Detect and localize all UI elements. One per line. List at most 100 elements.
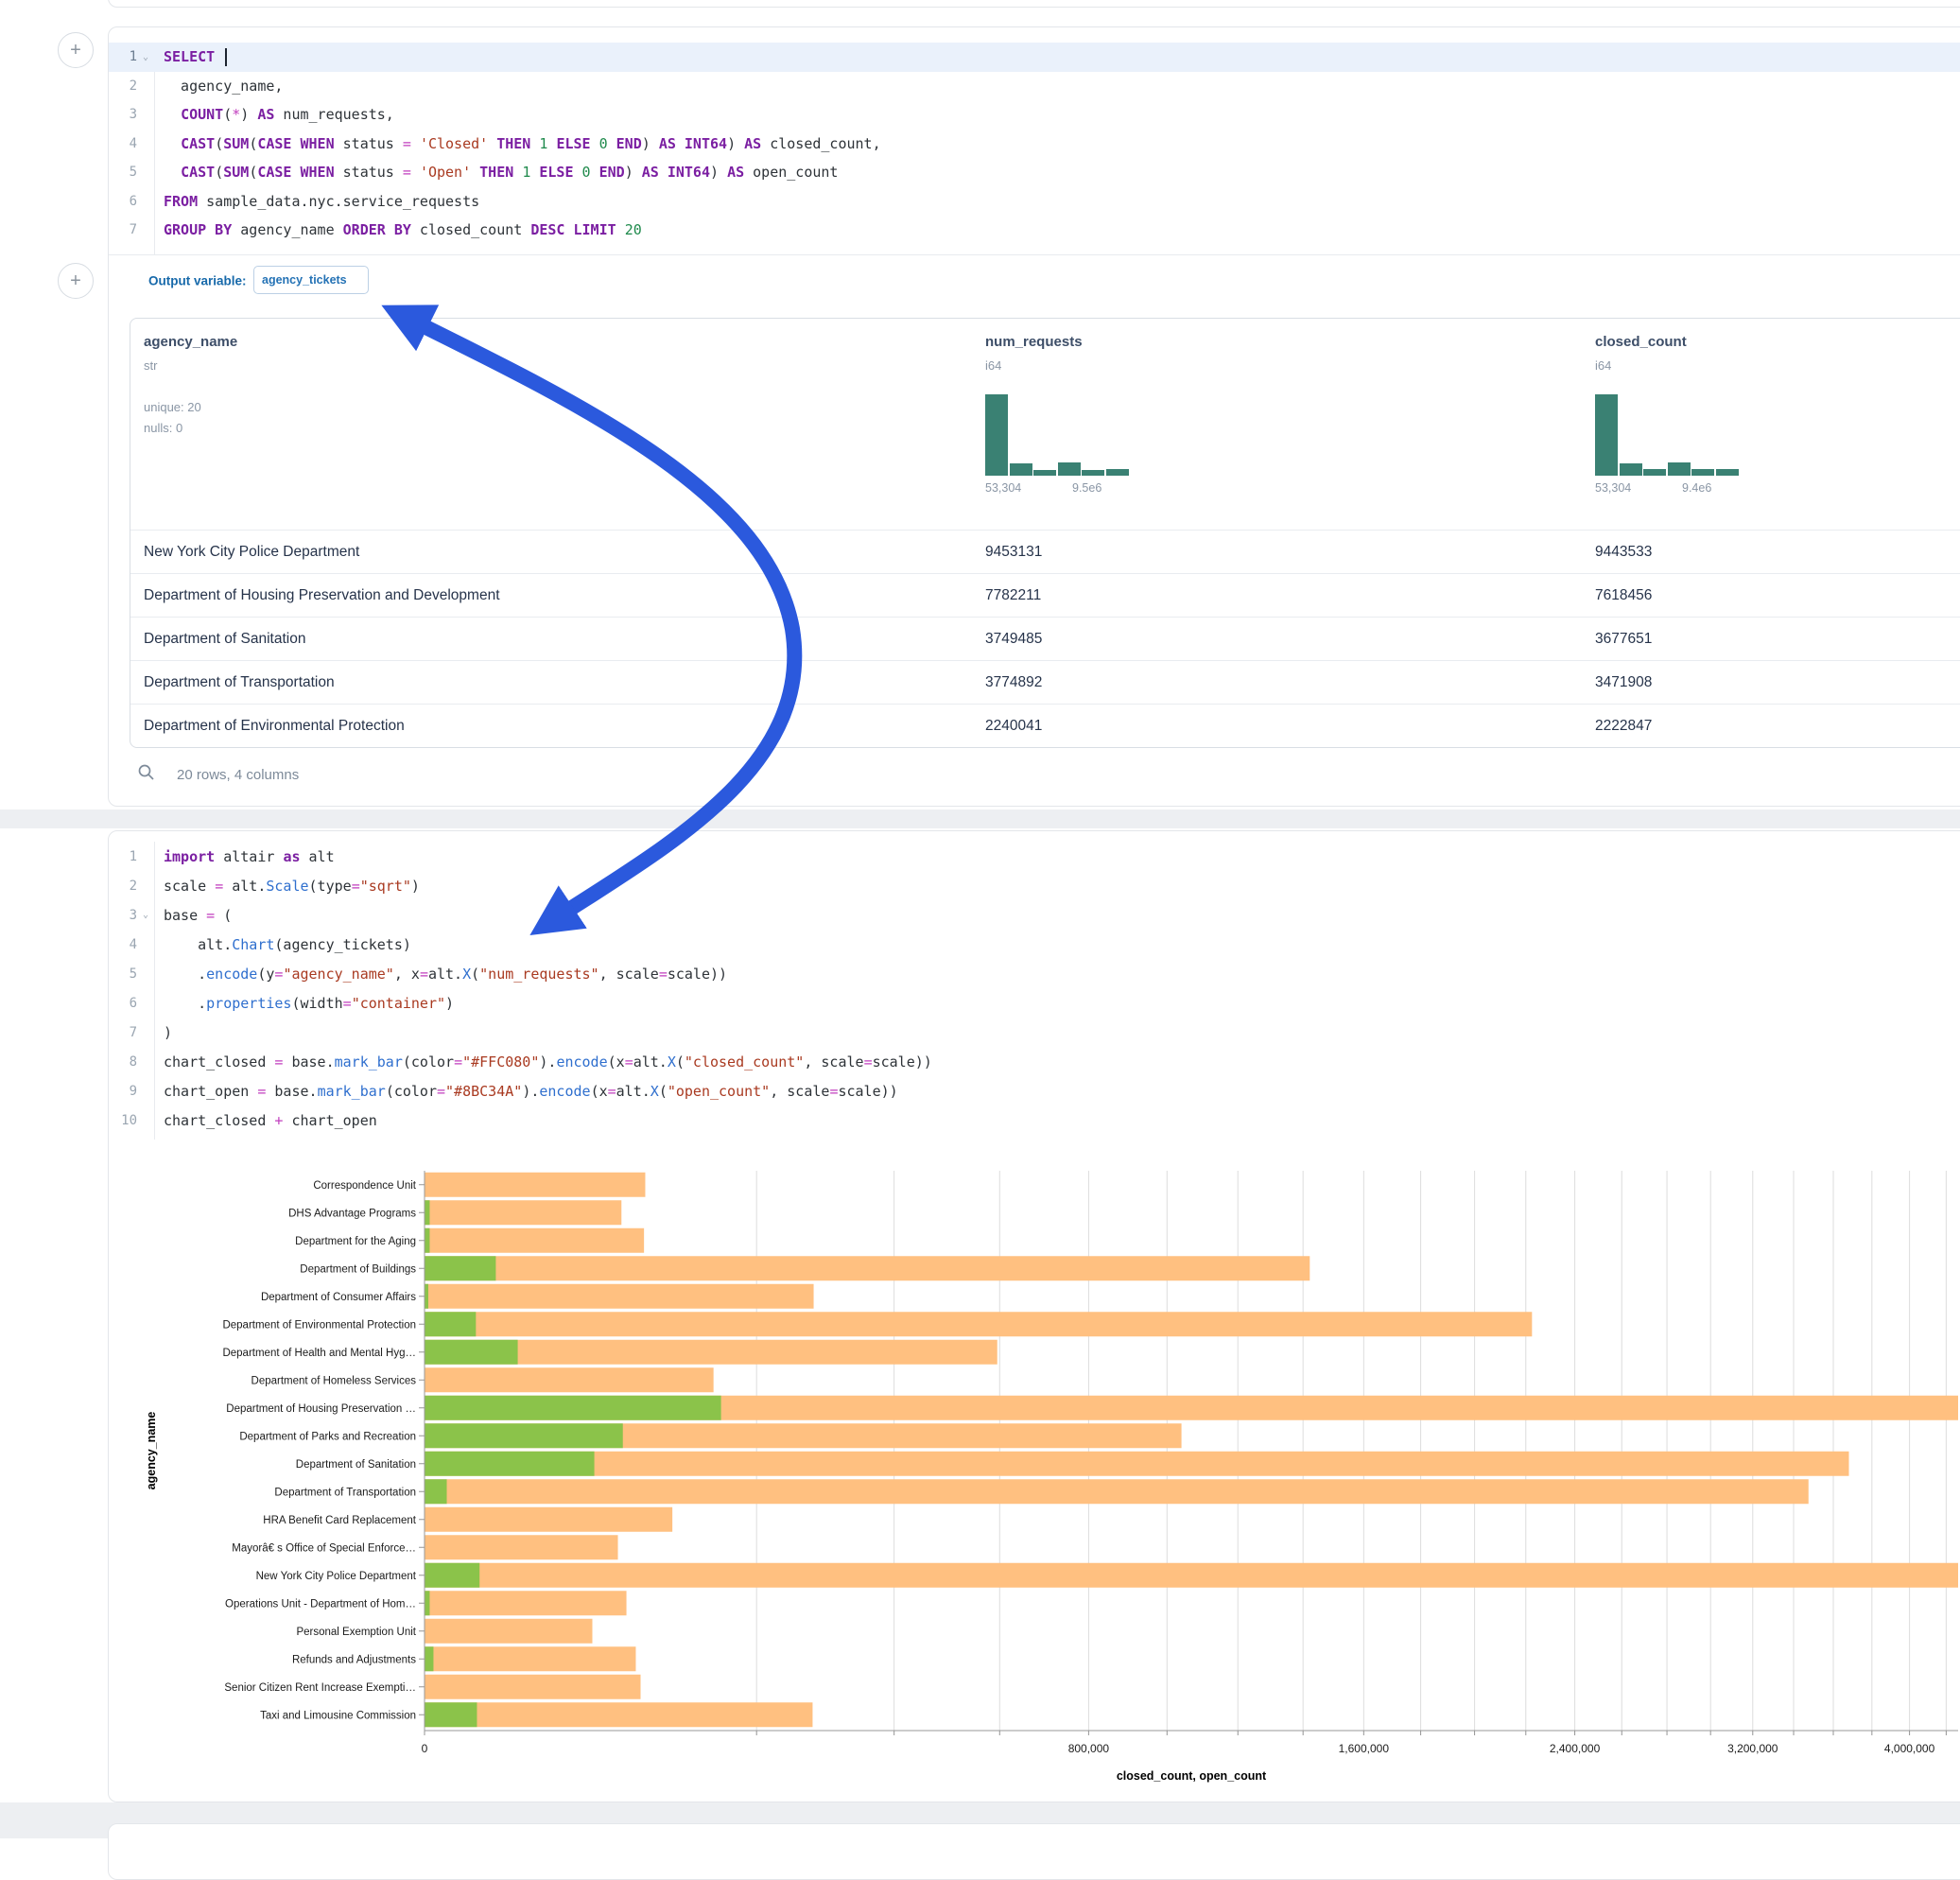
histogram-min-label: 53,304 (1595, 481, 1631, 495)
column-name: num_requests (985, 334, 1083, 350)
line-number: 1 (109, 849, 137, 864)
histogram-bar (1010, 463, 1032, 476)
code-line[interactable]: 5 CAST(SUM(CASE WHEN status = 'Open' THE… (109, 158, 1960, 187)
bar-closed-count (425, 1563, 1959, 1588)
line-number: 7 (109, 1025, 137, 1040)
bar-closed-count (425, 1535, 618, 1559)
line-number: 10 (109, 1113, 137, 1128)
cell-num_requests: 3774892 (985, 674, 1042, 691)
y-axis-label: Correspondence Unit (313, 1180, 416, 1192)
line-number: 8 (109, 1054, 137, 1070)
bar-closed-count (425, 1619, 593, 1644)
code-line[interactable]: 1import altair as alt (109, 842, 1960, 871)
bar-closed-count (425, 1200, 622, 1225)
bar-closed-count (425, 1479, 1809, 1504)
bar-closed-count (425, 1646, 636, 1671)
code-text: ) (154, 1024, 172, 1041)
column-header-closed_count[interactable]: closed_counti6453,3049.4e6 (1595, 319, 1960, 530)
code-text: .encode(y="agency_name", x=alt.X("num_re… (154, 966, 727, 983)
table-row: New York City Police Department945313194… (130, 530, 1960, 574)
table-row: Department of Environmental Protection22… (130, 704, 1960, 748)
y-axis-label: Department of Homeless Services (252, 1375, 417, 1386)
y-axis-label: Department of Buildings (300, 1263, 416, 1275)
bar-open-count (425, 1591, 430, 1615)
bar-closed-count (425, 1591, 627, 1615)
code-line[interactable]: 8chart_closed = base.mark_bar(color="#FF… (109, 1047, 1960, 1076)
code-line[interactable]: 2 agency_name, (109, 72, 1960, 101)
code-text: GROUP BY agency_name ORDER BY closed_cou… (154, 221, 642, 238)
code-line[interactable]: 1⌄SELECT (109, 43, 1960, 72)
column-histogram (1595, 394, 1746, 476)
code-text: scale = alt.Scale(type="sqrt") (154, 878, 420, 895)
code-line[interactable]: 7GROUP BY agency_name ORDER BY closed_co… (109, 216, 1960, 245)
bar-open-count (425, 1563, 480, 1588)
fold-toggle-icon[interactable]: ⌄ (137, 52, 154, 62)
y-axis-label: Department of Transportation (274, 1487, 416, 1498)
histogram-bar (1106, 469, 1129, 476)
bar-open-count (425, 1200, 430, 1225)
y-axis-label: Department of Housing Preservation … (226, 1403, 416, 1415)
bar-open-count (425, 1646, 434, 1671)
cell-num_requests: 9453131 (985, 544, 1042, 561)
bar-closed-count (425, 1675, 641, 1699)
y-axis-label: New York City Police Department (256, 1571, 417, 1582)
altair-bar-chart: Correspondence Unit DHS Advantage Program… (109, 1158, 1958, 1802)
code-line[interactable]: 2scale = alt.Scale(type="sqrt") (109, 871, 1960, 900)
column-stat: unique: 20 (144, 400, 201, 414)
bar-closed-count (425, 1256, 1310, 1280)
column-stat: nulls: 0 (144, 421, 182, 435)
histogram-bar (1595, 394, 1618, 476)
column-header-agency_name[interactable]: agency_namestr unique: 20 nulls: 0 (144, 319, 749, 530)
code-line[interactable]: 5 .encode(y="agency_name", x=alt.X("num_… (109, 959, 1960, 988)
code-line[interactable]: 9chart_open = base.mark_bar(color="#8BC3… (109, 1076, 1960, 1105)
histogram-min-label: 53,304 (985, 481, 1021, 495)
text-cursor (225, 48, 227, 66)
table-row: Department of Sanitation37494853677651 (130, 617, 1960, 661)
column-name: agency_name (144, 334, 237, 350)
bar-closed-count (425, 1507, 673, 1532)
x-axis-title: closed_count, open_count (1117, 1769, 1267, 1783)
line-number: 3 (109, 908, 137, 923)
histogram-max-label: 9.4e6 (1682, 481, 1711, 495)
sql-code-editor[interactable]: 1⌄SELECT 2 agency_name,3 COUNT(*) AS num… (109, 43, 1960, 254)
cell-closed_count: 2222847 (1595, 718, 1652, 735)
y-axis-label: Department of Sanitation (296, 1459, 416, 1471)
bar-open-count (425, 1340, 518, 1365)
x-axis-tick-label: 1,600,000 (1339, 1742, 1390, 1755)
column-header-num_requests[interactable]: num_requestsi6453,3049.5e6 (985, 319, 1590, 530)
cell-closed_count: 3471908 (1595, 674, 1652, 691)
x-axis-tick-label: 800,000 (1068, 1742, 1110, 1755)
cell-gap-band (0, 809, 1960, 828)
code-text: COUNT(*) AS num_requests, (154, 106, 394, 123)
code-line[interactable]: 4 CAST(SUM(CASE WHEN status = 'Closed' T… (109, 130, 1960, 159)
code-line[interactable]: 3 COUNT(*) AS num_requests, (109, 100, 1960, 130)
histogram-bar (1691, 469, 1714, 476)
code-line[interactable]: 6 .properties(width="container") (109, 988, 1960, 1018)
line-number: 4 (109, 136, 137, 151)
y-axis-label: Department of Consumer Affairs (261, 1292, 416, 1303)
line-number: 5 (109, 966, 137, 982)
fold-toggle-icon[interactable]: ⌄ (137, 910, 154, 920)
y-axis-label: DHS Advantage Programs (288, 1208, 416, 1219)
table-row: Department of Housing Preservation and D… (130, 573, 1960, 618)
code-text: SELECT (154, 48, 227, 66)
search-icon[interactable] (137, 763, 156, 787)
output-variable-row: Output variable: agency_tickets (109, 254, 1960, 306)
column-type: str (144, 358, 157, 373)
code-line[interactable]: 6FROM sample_data.nyc.service_requests (109, 187, 1960, 217)
y-axis-label: Taxi and Limousine Commission (260, 1710, 416, 1721)
next-cell-edge (108, 1823, 1960, 1880)
histogram-bar (1033, 470, 1056, 476)
bar-open-count (425, 1479, 447, 1504)
y-axis-label: HRA Benefit Card Replacement (263, 1515, 417, 1526)
code-line[interactable]: 10chart_closed + chart_open (109, 1105, 1960, 1135)
code-line[interactable]: 4 alt.Chart(agency_tickets) (109, 930, 1960, 959)
add-cell-button-top[interactable]: + (58, 32, 94, 68)
python-code-editor[interactable]: 1import altair as alt2scale = alt.Scale(… (109, 842, 1960, 1140)
code-line[interactable]: 3⌄base = ( (109, 900, 1960, 930)
add-cell-button-output[interactable]: + (58, 263, 94, 299)
histogram-bar (1643, 469, 1666, 476)
output-variable-pill[interactable]: agency_tickets (253, 266, 369, 294)
code-line[interactable]: 7) (109, 1018, 1960, 1047)
cell-closed_count: 7618456 (1595, 587, 1652, 604)
